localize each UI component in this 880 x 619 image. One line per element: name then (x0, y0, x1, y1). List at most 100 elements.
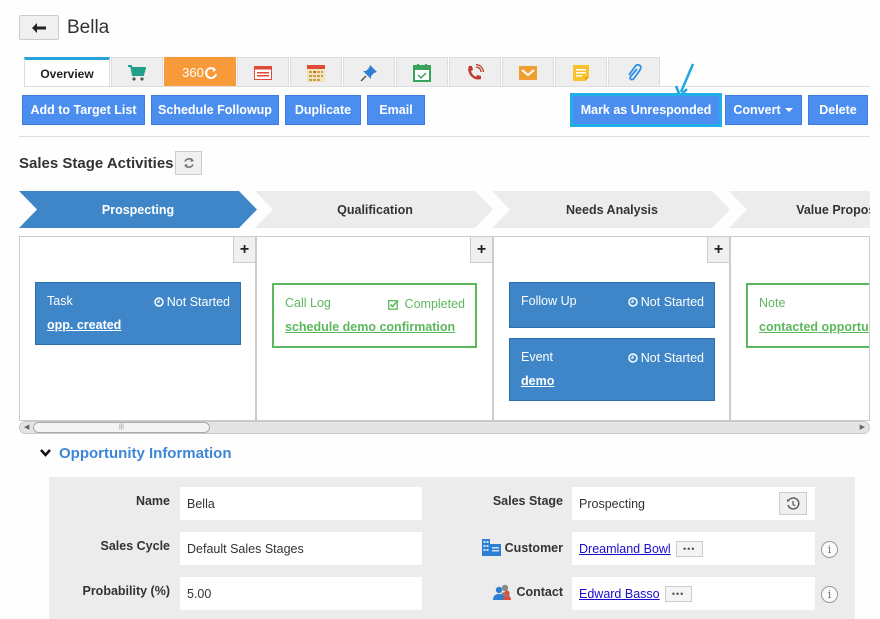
tab-360-view[interactable]: 360 (164, 57, 236, 87)
history-icon (787, 496, 800, 510)
activity-subject-link[interactable]: opp. created (47, 318, 121, 332)
add-activity-button[interactable]: + (233, 237, 255, 263)
activity-type: Task (47, 294, 73, 308)
customer-label: Customer (504, 540, 563, 555)
tab-emails[interactable] (502, 57, 554, 87)
scroll-left-icon[interactable]: ◀ (24, 422, 29, 433)
contact-field: Edward Basso ••• (572, 577, 815, 610)
activity-subject-link[interactable]: demo (521, 374, 554, 388)
sales-stage-value: Prospecting (579, 496, 646, 511)
stage-label: Prospecting (101, 202, 175, 217)
scroll-right-icon[interactable]: ▶ (860, 422, 865, 433)
activity-card[interactable]: Follow Up Not Started (509, 282, 715, 328)
clock-icon (628, 353, 638, 363)
tab-newsletter[interactable] (237, 57, 289, 87)
sales-cycle-field[interactable]: Default Sales Stages (180, 532, 422, 565)
customer-label-group: Customer (479, 539, 563, 556)
tab-calendar[interactable] (290, 57, 342, 87)
sales-cycle-label: Sales Cycle (100, 539, 171, 553)
email-button[interactable]: Email (367, 95, 425, 125)
mark-as-unresponded-button[interactable]: Mark as Unresponded (570, 93, 722, 127)
activity-type: Event (521, 350, 553, 364)
contact-label: Contact (516, 585, 563, 599)
tab-overview[interactable]: Overview (24, 57, 110, 87)
refresh-button[interactable] (175, 151, 202, 175)
customer-field: Dreamland Bowl ••• (572, 532, 815, 565)
tab-pinned[interactable] (343, 57, 395, 87)
sales-stage-field[interactable]: Prospecting (572, 487, 815, 520)
envelope-icon (519, 65, 537, 80)
checkbox-checked-icon (387, 299, 399, 310)
divider (19, 136, 870, 137)
contact-more-button[interactable]: ••• (664, 585, 692, 602)
convert-dropdown-button[interactable]: Convert (725, 95, 802, 125)
activity-card[interactable]: Event Not Started demo (509, 338, 715, 401)
tab-calls[interactable] (449, 57, 501, 87)
stage-history-button[interactable] (779, 492, 807, 515)
opportunity-information-title[interactable]: Opportunity Information (59, 445, 231, 462)
cart-icon (128, 64, 146, 81)
tabs-divider (24, 86, 870, 87)
chevron-down-icon[interactable] (39, 448, 52, 458)
calendar-grid-icon (307, 64, 325, 82)
building-icon (481, 539, 501, 556)
tab-products[interactable] (111, 57, 163, 87)
contact-info-icon[interactable]: i (821, 586, 838, 603)
probability-field[interactable]: 5.00 (180, 577, 422, 610)
stage-column-value-proposition: Note contacted opportunity (731, 237, 869, 420)
delete-button[interactable]: Delete (808, 95, 868, 125)
stage-column-prospecting: + Task Not Started opp. created (20, 237, 257, 420)
name-label: Name (135, 494, 170, 508)
stage-qualification[interactable]: Qualification (255, 191, 495, 228)
tab-notes[interactable] (555, 57, 607, 87)
schedule-followup-button[interactable]: Schedule Followup (151, 95, 279, 125)
customer-more-button[interactable]: ••• (675, 540, 703, 557)
activity-board: + Task Not Started opp. created + Call L… (19, 236, 870, 421)
activity-status: Not Started (154, 295, 230, 309)
activity-card[interactable]: Call Log Completed schedule demo confirm… (272, 283, 477, 348)
opportunity-info-panel: Name Bella Sales Cycle Default Sales Sta… (49, 477, 855, 619)
customer-info-icon[interactable]: i (821, 541, 838, 558)
contact-label-group: Contact (479, 584, 563, 600)
tab-360-label: 360 (182, 65, 204, 80)
stage-value-proposition[interactable]: Value Proposition (729, 191, 870, 228)
stage-prospecting[interactable]: Prospecting (19, 191, 257, 228)
pushpin-icon (360, 64, 377, 82)
clock-icon (628, 297, 638, 307)
add-to-target-list-button[interactable]: Add to Target List (22, 95, 145, 125)
sales-stage-pipeline: Prospecting Qualification Needs Analysis… (19, 191, 870, 228)
contact-link[interactable]: Edward Basso (579, 587, 660, 601)
add-activity-button[interactable]: + (707, 237, 729, 263)
tab-attachments[interactable] (608, 57, 660, 87)
stage-needs-analysis[interactable]: Needs Analysis (492, 191, 732, 228)
sales-stage-activities-title: Sales Stage Activities (19, 155, 174, 172)
probability-label: Probability (%) (82, 584, 170, 598)
activity-status: Completed (387, 297, 465, 311)
clock-icon (154, 297, 164, 307)
newspaper-icon (254, 65, 272, 80)
name-field[interactable]: Bella (180, 487, 422, 520)
tab-tasks[interactable] (396, 57, 448, 87)
activity-card[interactable]: Note contacted opportunity (746, 283, 869, 348)
activity-subject-link[interactable]: contacted opportunity (759, 320, 869, 334)
sticky-note-icon (573, 64, 589, 81)
activity-card[interactable]: Task Not Started opp. created (35, 282, 241, 345)
stage-label: Qualification (337, 202, 413, 217)
board-horizontal-scrollbar[interactable]: ◀ ||| ▶ (19, 421, 870, 434)
add-activity-button[interactable]: + (470, 237, 492, 263)
page-title: Bella (67, 17, 110, 38)
paperclip-icon (628, 63, 642, 80)
duplicate-button[interactable]: Duplicate (285, 95, 361, 125)
activity-subject-link[interactable]: schedule demo confirmation (285, 320, 455, 334)
calendar-check-icon (413, 63, 431, 82)
arrow-left-icon (32, 22, 46, 33)
stage-label: Value Proposition (796, 202, 870, 217)
stage-column-qualification: + Call Log Completed schedule demo confi… (257, 237, 494, 420)
caret-down-icon (784, 108, 793, 112)
activity-status: Not Started (628, 295, 704, 309)
back-button[interactable] (19, 15, 59, 40)
stage-column-needs-analysis: + Follow Up Not Started Event Not Starte… (494, 237, 731, 420)
customer-link[interactable]: Dreamland Bowl (579, 542, 671, 556)
tab-bar: Overview 360 (24, 57, 661, 87)
scrollbar-thumb[interactable]: ||| (33, 422, 210, 433)
